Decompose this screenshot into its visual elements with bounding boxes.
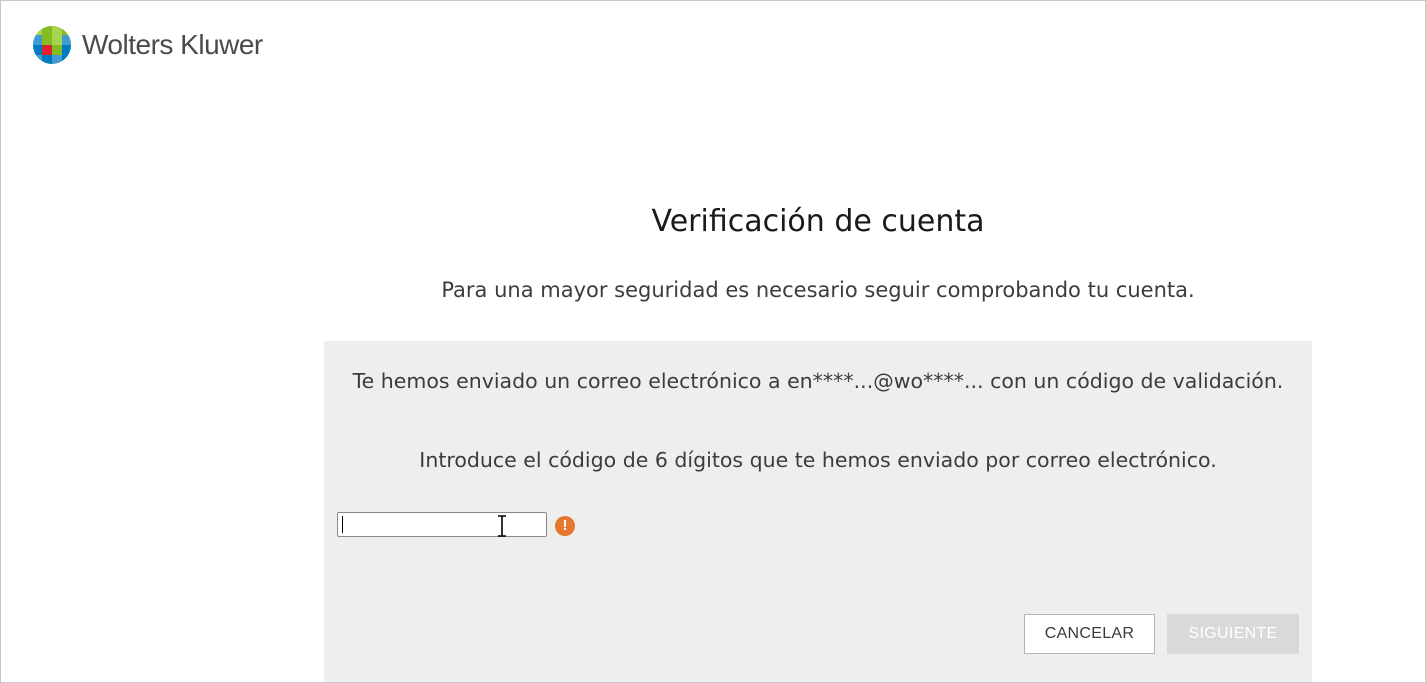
brand-name: Wolters Kluwer [82, 29, 263, 60]
wolters-kluwer-globe-icon [33, 26, 71, 64]
exclamation-circle-icon: ! [555, 516, 575, 536]
text-caret [342, 516, 343, 533]
cancel-button[interactable]: CANCELAR [1024, 614, 1155, 654]
brand-logo[interactable]: Wolters Kluwer [32, 25, 263, 65]
page-title: Verificación de cuenta [651, 204, 985, 239]
verification-panel: Te hemos enviado un correo electrónico a… [324, 341, 1312, 682]
verification-code-input[interactable] [337, 512, 547, 537]
email-sent-message: Te hemos enviado un correo electrónico a… [352, 369, 1284, 393]
page-frame: Wolters Kluwer Verificación de cuenta Pa… [0, 0, 1426, 683]
ibeam-cursor-icon [498, 515, 506, 537]
code-instruction: Introduce el código de 6 dígitos que te … [419, 448, 1217, 472]
next-button[interactable]: SIGUIENTE [1167, 614, 1299, 654]
page-subtitle: Para una mayor seguridad es necesario se… [441, 278, 1195, 302]
